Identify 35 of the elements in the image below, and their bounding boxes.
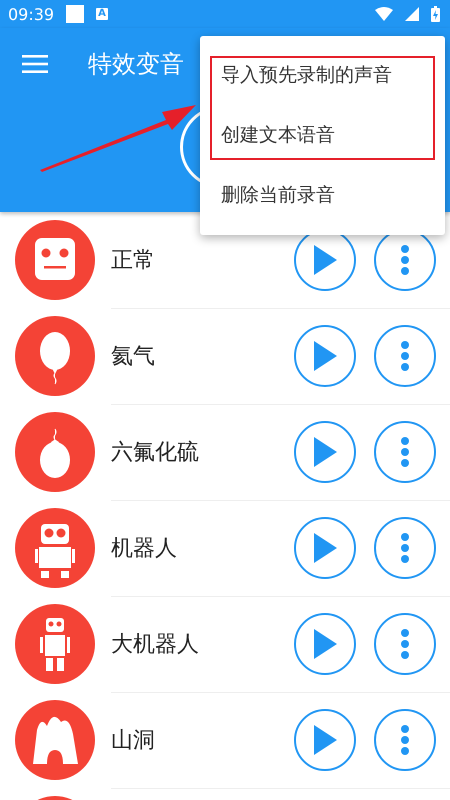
effect-name: 山洞 <box>111 726 156 754</box>
play-icon <box>313 244 337 274</box>
cave-icon <box>33 716 78 764</box>
balloon-icon <box>40 428 70 478</box>
wifi-icon <box>375 7 393 21</box>
effect-name: 机器人 <box>111 534 178 562</box>
robot-icon <box>35 524 75 578</box>
play-icon <box>313 436 337 466</box>
more-icon <box>400 340 410 370</box>
balloon-icon <box>40 332 70 384</box>
more-icon <box>400 628 410 658</box>
more-icon <box>400 244 410 274</box>
menu-icon[interactable] <box>22 55 48 73</box>
play-icon <box>313 724 337 754</box>
signal-icon <box>405 7 419 21</box>
play-icon <box>313 532 337 562</box>
robot-face-icon <box>35 238 75 280</box>
effect-name: 氦气 <box>111 342 156 370</box>
robot-icon <box>40 618 70 671</box>
effect-name: 正常 <box>111 246 156 274</box>
status-time: 09:39 <box>8 4 54 24</box>
notification-icon <box>66 5 84 23</box>
more-icon <box>400 724 410 754</box>
menu-item[interactable]: 删除当前录音 <box>200 165 445 225</box>
play-icon <box>313 340 337 370</box>
battery-icon <box>431 6 440 22</box>
more-icon <box>400 532 410 562</box>
app-title: 特效变音 <box>88 49 184 80</box>
menu-item[interactable]: 创建文本语音 <box>200 105 445 165</box>
effect-name: 六氟化硫 <box>111 438 200 466</box>
play-icon <box>313 628 337 658</box>
effect-name: 大机器人 <box>111 630 200 658</box>
more-icon <box>400 436 410 466</box>
notification-icon: A <box>96 8 108 20</box>
menu-item[interactable]: 导入预先录制的声音 <box>200 45 445 105</box>
